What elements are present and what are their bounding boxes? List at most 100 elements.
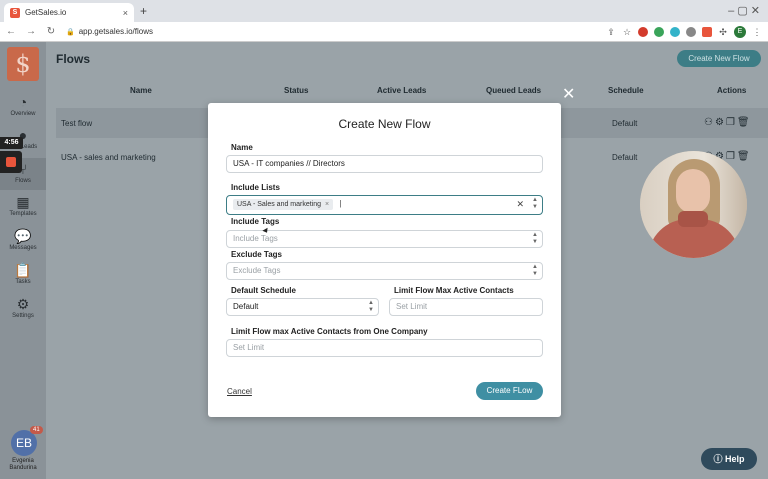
new-tab-button[interactable]: + bbox=[140, 4, 147, 18]
help-label: Help bbox=[725, 454, 745, 464]
sidebar-item-overview[interactable]: ◔ Overview bbox=[0, 94, 46, 117]
chevron-updown-icon: ▲ ▼ bbox=[368, 300, 374, 313]
default-schedule-value: Default bbox=[233, 302, 259, 311]
sidebar: $ ◔ Overview ● Leads ⑂ Flows ▦ Templates… bbox=[0, 42, 46, 479]
share-icon[interactable]: ⇪ bbox=[606, 27, 616, 37]
text-caret: | bbox=[339, 199, 342, 208]
extension-green-icon[interactable] bbox=[654, 26, 664, 37]
notification-badge: 41 bbox=[30, 426, 43, 434]
back-icon[interactable]: ← bbox=[6, 26, 16, 37]
forward-icon[interactable]: → bbox=[26, 26, 36, 37]
include-tags-select[interactable]: Include Tags ▲ ▼ bbox=[226, 230, 543, 248]
url-field[interactable]: 🔒 app.getsales.io/flows bbox=[66, 27, 596, 36]
list-chip-label: USA - Sales and marketing bbox=[237, 201, 322, 208]
close-modal-icon[interactable]: ✕ bbox=[562, 84, 575, 104]
chevron-updown-icon: ▲ ▼ bbox=[532, 232, 538, 245]
stop-icon bbox=[6, 157, 16, 167]
sidebar-item-label: Flows bbox=[15, 178, 31, 184]
grid-icon: ▦ bbox=[16, 194, 30, 210]
tab-title: GetSales.io bbox=[25, 8, 67, 17]
limit-company-input[interactable]: Set Limit bbox=[226, 339, 543, 357]
column-header-active-leads: Active Leads bbox=[377, 86, 427, 95]
default-schedule-select[interactable]: Default ▲ ▼ bbox=[226, 298, 379, 316]
extension-teal-icon[interactable] bbox=[670, 26, 680, 37]
clear-icon[interactable]: ✕ bbox=[516, 196, 524, 212]
page-title: Flows bbox=[56, 52, 91, 66]
column-header-schedule: Schedule bbox=[608, 86, 644, 95]
list-chip: USA - Sales and marketing × bbox=[233, 199, 334, 210]
puzzle-icon[interactable]: ✣ bbox=[718, 27, 728, 37]
exclude-tags-select[interactable]: Exclude Tags ▲ ▼ bbox=[226, 262, 543, 280]
include-lists-label: Include Lists bbox=[231, 183, 280, 192]
exclude-tags-label: Exclude Tags bbox=[231, 250, 282, 259]
speedometer-icon: ◔ bbox=[18, 94, 28, 110]
extension-gray-icon[interactable] bbox=[686, 26, 696, 37]
gear-icon[interactable]: ⚙ bbox=[715, 117, 726, 128]
default-schedule-label: Default Schedule bbox=[231, 286, 296, 295]
extension-orange-icon[interactable] bbox=[702, 26, 712, 37]
stop-recording-button[interactable] bbox=[0, 151, 22, 173]
sidebar-item-label: Settings bbox=[12, 313, 34, 319]
limit-company-label: Limit Flow max Active Contacts from One … bbox=[231, 327, 428, 336]
cancel-button[interactable]: Cancel bbox=[227, 387, 252, 396]
modal-title: Create New Flow bbox=[338, 117, 431, 131]
reload-icon[interactable]: ↻ bbox=[46, 26, 56, 37]
create-flow-button[interactable]: Create FLow bbox=[476, 382, 543, 400]
bookmark-star-icon[interactable]: ☆ bbox=[622, 27, 632, 37]
address-bar: ← → ↻ 🔒 app.getsales.io/flows ⇪ ☆ ✣ E ⋮ bbox=[0, 22, 768, 42]
close-tab-icon[interactable]: × bbox=[123, 8, 128, 18]
remove-chip-icon[interactable]: × bbox=[325, 201, 329, 208]
browser-tab-bar: S GetSales.io × + – ▢ ✕ bbox=[0, 0, 768, 22]
extensions-bar: ⇪ ☆ ✣ E ⋮ bbox=[606, 25, 762, 38]
sidebar-item-label: Messages bbox=[9, 245, 37, 251]
user-first-name: Evgenia bbox=[12, 458, 34, 464]
logo[interactable]: $ bbox=[7, 47, 39, 81]
trash-icon[interactable]: 🗑 bbox=[737, 117, 752, 128]
menu-dots-icon[interactable]: ⋮ bbox=[752, 27, 762, 37]
help-button[interactable]: ⓘ Help bbox=[701, 448, 757, 470]
chat-icon: 💬 bbox=[14, 228, 32, 244]
url-text: app.getsales.io/flows bbox=[78, 27, 153, 36]
clipboard-icon: 📋 bbox=[14, 262, 32, 278]
sidebar-item-tasks[interactable]: 📋 Tasks bbox=[0, 262, 46, 285]
contacts-icon[interactable]: ⚇ bbox=[704, 117, 715, 128]
exclude-tags-placeholder: Exclude Tags bbox=[233, 266, 281, 275]
sidebar-item-label: Templates bbox=[9, 211, 37, 217]
column-header-name: Name bbox=[130, 86, 152, 95]
include-lists-select[interactable]: USA - Sales and marketing × | ✕ ▲ ▼ bbox=[226, 195, 543, 215]
include-tags-label: Include Tags bbox=[231, 217, 280, 226]
profile-avatar[interactable]: E bbox=[734, 25, 746, 38]
window-controls[interactable]: – ▢ ✕ bbox=[728, 4, 760, 17]
gear-icon: ⚙ bbox=[16, 296, 30, 312]
sidebar-item-templates[interactable]: ▦ Templates bbox=[0, 194, 46, 217]
name-label: Name bbox=[231, 143, 253, 152]
extension-red-icon[interactable] bbox=[638, 26, 648, 37]
limit-flow-label: Limit Flow Max Active Contacts bbox=[394, 286, 514, 295]
user-name: Evgenia Bandurina bbox=[0, 458, 46, 472]
create-flow-modal: Create New Flow Name USA - IT companies … bbox=[208, 103, 561, 417]
copy-icon[interactable]: ❐ bbox=[726, 117, 737, 128]
favicon-icon: S bbox=[10, 7, 20, 18]
create-new-flow-button[interactable]: Create New Flow bbox=[677, 50, 761, 67]
flow-name-input[interactable]: USA - IT companies // Directors bbox=[226, 155, 543, 173]
flow-name[interactable]: USA - sales and marketing bbox=[61, 153, 156, 162]
flow-schedule: Default bbox=[612, 153, 638, 162]
flow-name[interactable]: Test flow bbox=[61, 119, 92, 128]
flow-schedule: Default bbox=[612, 119, 638, 128]
browser-tab[interactable]: S GetSales.io × bbox=[4, 3, 134, 22]
column-header-queued-leads: Queued Leads bbox=[486, 86, 542, 95]
sidebar-item-label: Tasks bbox=[15, 279, 31, 285]
sidebar-item-settings[interactable]: ⚙ Settings bbox=[0, 296, 46, 319]
column-header-status: Status bbox=[284, 86, 309, 95]
lock-icon: 🔒 bbox=[66, 28, 75, 36]
user-last-name: Bandurina bbox=[9, 465, 37, 471]
chevron-updown-icon: ▲ ▼ bbox=[532, 264, 538, 277]
column-header-actions: Actions bbox=[717, 86, 747, 95]
chevron-updown-icon: ▲ ▼ bbox=[532, 197, 538, 210]
sidebar-item-label: Overview bbox=[10, 111, 36, 117]
row-actions: ⚇⚙❐🗑 bbox=[704, 117, 752, 128]
sidebar-item-messages[interactable]: 💬 Messages bbox=[0, 228, 46, 251]
include-tags-placeholder: Include Tags bbox=[233, 234, 278, 243]
recording-timer: 4:56 bbox=[0, 137, 23, 149]
limit-flow-input[interactable]: Set Limit bbox=[389, 298, 543, 316]
